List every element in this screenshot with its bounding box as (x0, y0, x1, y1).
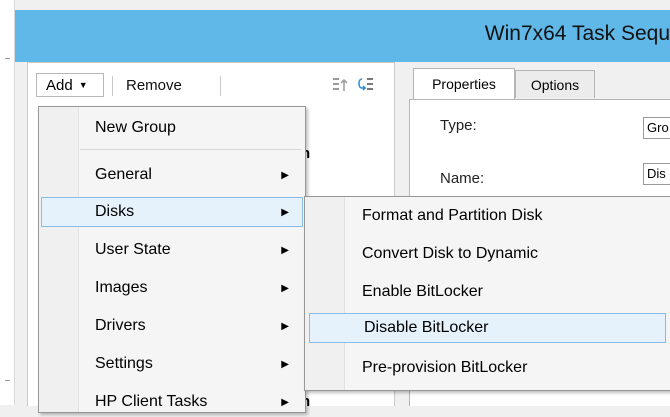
toolbar-separator (112, 76, 113, 96)
arrow-right-icon: ▶ (281, 244, 289, 256)
type-field[interactable]: Gro (643, 117, 670, 139)
type-label: Type: (440, 117, 477, 134)
menu-separator (80, 149, 301, 150)
arrow-right-icon: ▶ (281, 358, 289, 370)
menu-item-label: Pre-provision BitLocker (362, 359, 528, 376)
arrow-right-icon: ▶ (281, 282, 289, 294)
edge-tick (5, 380, 10, 381)
move-up-icon[interactable] (330, 75, 350, 95)
menu-item-new-group[interactable]: New Group (41, 113, 303, 143)
arrow-right-icon: ▶ (281, 320, 289, 332)
window-title: Win7x64 Task Sequ (484, 22, 670, 45)
menu-item-label: Settings (95, 355, 153, 372)
arrow-right-icon: ▶ (281, 396, 289, 408)
menu-item-user-state[interactable]: User State ▶ (41, 235, 303, 265)
window-titlebar[interactable]: Win7x64 Task Sequ (15, 10, 670, 62)
name-label: Name: (440, 170, 485, 187)
disks-submenu: Format and Partition Disk Convert Disk t… (304, 196, 670, 391)
toolbar: Add ▼ Remove (32, 70, 390, 102)
tab-options-label: Options (530, 76, 580, 93)
menu-item-label: Disable BitLocker (364, 319, 489, 336)
menu-item-label: New Group (95, 119, 176, 136)
menu-item-label: Drivers (95, 317, 146, 334)
menu-item-label: Images (95, 279, 148, 296)
menu-item-disable-bitlocker[interactable]: Disable BitLocker (309, 313, 666, 343)
menu-item-disks[interactable]: Disks ▶ (41, 197, 303, 227)
add-menu: New Group General ▶ Disks ▶ User State ▶… (38, 106, 306, 413)
menu-item-general[interactable]: General ▶ (41, 160, 303, 190)
remove-button[interactable]: Remove (118, 73, 218, 97)
menu-item-label: Disks (95, 203, 135, 220)
menu-item-label: User State (95, 241, 171, 258)
add-button-label: Add (46, 76, 73, 94)
menu-item-settings[interactable]: Settings ▶ (41, 349, 303, 379)
tab-properties[interactable]: Properties (413, 68, 515, 99)
menu-item-format-and-partition-disk[interactable]: Format and Partition Disk (307, 201, 670, 231)
menu-item-enable-bitlocker[interactable]: Enable BitLocker (307, 277, 670, 307)
menu-item-convert-disk-to-dynamic[interactable]: Convert Disk to Dynamic (307, 239, 670, 269)
caret-down-icon: ▼ (78, 80, 88, 90)
menu-item-pre-provision-bitlocker[interactable]: Pre-provision BitLocker (307, 353, 670, 383)
menu-item-hp-client-tasks[interactable]: HP Client Tasks ▶ (41, 387, 303, 417)
arrow-right-icon: ▶ (281, 206, 289, 218)
menu-item-label: Enable BitLocker (362, 283, 483, 300)
toolbar-separator (220, 76, 221, 96)
tab-properties-label: Properties (432, 76, 496, 92)
edge-tick (5, 58, 10, 59)
arrow-right-icon: ▶ (281, 169, 289, 181)
menu-item-drivers[interactable]: Drivers ▶ (41, 311, 303, 341)
menu-item-label: Format and Partition Disk (362, 207, 543, 224)
menu-item-label: HP Client Tasks (95, 393, 208, 410)
left-window-edge (0, 0, 15, 405)
menu-item-label: General (95, 166, 152, 183)
tab-options[interactable]: Options (515, 70, 595, 98)
add-button[interactable]: Add ▼ (36, 73, 104, 97)
menu-item-images[interactable]: Images ▶ (41, 273, 303, 303)
move-down-icon[interactable] (356, 75, 376, 95)
menu-item-label: Convert Disk to Dynamic (362, 245, 539, 262)
remove-button-label: Remove (126, 76, 182, 94)
name-field[interactable]: Dis (643, 163, 670, 185)
